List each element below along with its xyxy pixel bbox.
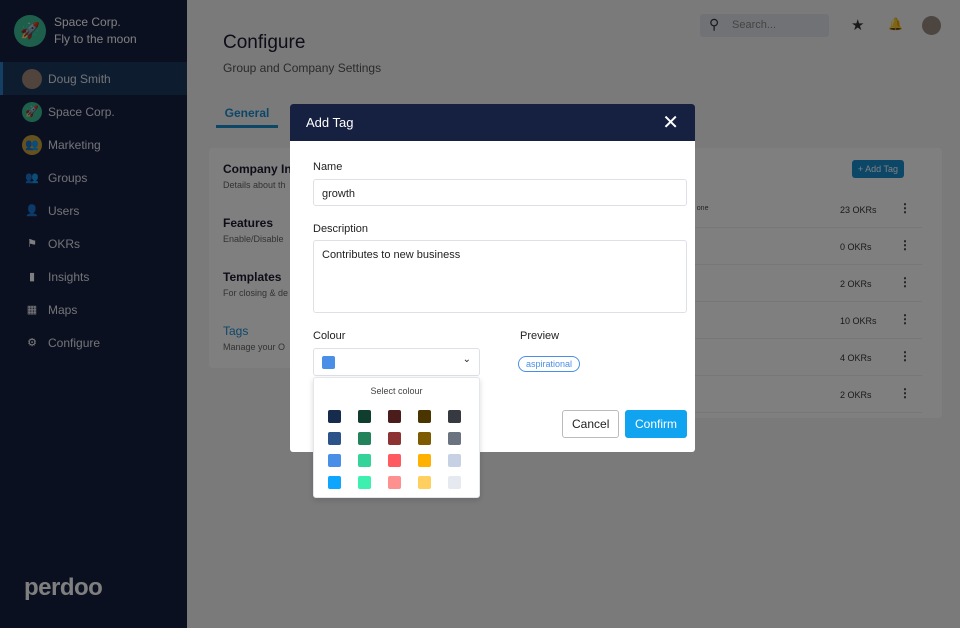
colour-picker: Select colour	[313, 377, 480, 498]
selected-colour-swatch	[322, 356, 335, 369]
colour-swatch[interactable]	[448, 432, 461, 445]
colour-swatch[interactable]	[388, 476, 401, 489]
name-input[interactable]: growth	[313, 179, 687, 206]
colour-swatch[interactable]	[448, 476, 461, 489]
colour-swatch[interactable]	[388, 410, 401, 423]
colour-swatch[interactable]	[418, 476, 431, 489]
picker-title: Select colour	[370, 386, 423, 396]
colour-swatch[interactable]	[388, 432, 401, 445]
colour-swatch[interactable]	[358, 476, 371, 489]
colour-swatch[interactable]	[328, 432, 341, 445]
confirm-button[interactable]: Confirm	[625, 410, 688, 438]
colour-swatch[interactable]	[358, 432, 371, 445]
colour-swatch[interactable]	[328, 454, 341, 467]
colour-label: Colour	[313, 330, 346, 342]
colour-swatch[interactable]	[388, 454, 401, 467]
description-input[interactable]: Contributes to new business	[313, 240, 687, 313]
colour-swatch[interactable]	[328, 410, 341, 423]
colour-swatch[interactable]	[358, 410, 371, 423]
cancel-button[interactable]: Cancel	[562, 410, 620, 438]
description-label: Description	[313, 223, 369, 235]
colour-swatch[interactable]	[418, 410, 431, 423]
add-tag-modal: Add Tag ✕ Name growth Description Contrib…	[290, 104, 695, 498]
colour-swatch[interactable]	[418, 432, 431, 445]
colour-swatch[interactable]	[418, 454, 431, 467]
colour-select[interactable]: ⌄	[313, 348, 480, 376]
name-label: Name	[313, 161, 343, 173]
preview-label: Preview	[520, 330, 560, 342]
colour-swatch[interactable]	[358, 454, 371, 467]
close-icon[interactable]: ✕	[662, 110, 679, 135]
modal-title: Add Tag	[306, 115, 354, 130]
colour-swatch[interactable]	[448, 410, 461, 423]
preview-tag: aspirational	[518, 356, 581, 372]
colour-swatch[interactable]	[448, 454, 461, 467]
colour-swatch[interactable]	[328, 476, 341, 489]
chevron-down-icon: ⌄	[462, 354, 471, 365]
